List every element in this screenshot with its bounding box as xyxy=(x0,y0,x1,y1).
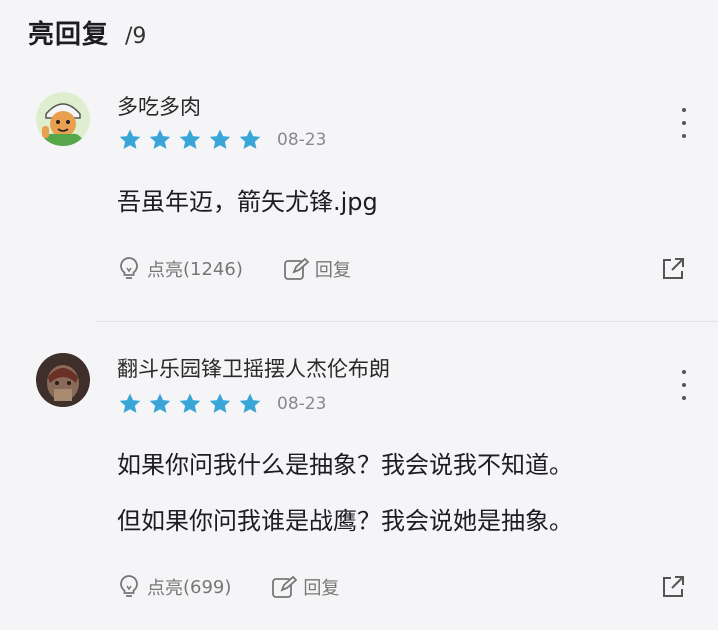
star-icon xyxy=(179,393,201,413)
star-icon xyxy=(239,393,261,413)
comments-header: 亮回复 /9 xyxy=(28,14,146,58)
light-bulb-icon xyxy=(120,257,138,279)
share-icon[interactable] xyxy=(660,574,686,600)
rating-stars: 08-23 xyxy=(117,392,326,416)
light-bulb-icon xyxy=(120,575,138,597)
comment-content: 如果你问我什么是抽象？我会说我不知道。 但如果你问我谁是战鹰？我会说她是抽象。 xyxy=(117,441,573,545)
star-icon xyxy=(179,129,201,149)
like-count: (1246) xyxy=(183,258,243,280)
like-count: (699) xyxy=(183,576,232,598)
share-icon[interactable] xyxy=(660,256,686,282)
like-label: 点亮 xyxy=(147,578,183,599)
star-icon xyxy=(149,393,171,413)
more-icon xyxy=(682,108,686,112)
more-icon-dot xyxy=(682,134,686,138)
reply-label: 回复 xyxy=(303,578,340,599)
username[interactable]: 多吃多肉 xyxy=(117,91,201,121)
edit-reply-icon xyxy=(272,575,298,598)
header-title: 亮回复 xyxy=(28,20,110,50)
star-icon xyxy=(119,393,141,413)
more-icon-dot xyxy=(682,383,686,387)
reply-button[interactable]: 回复 xyxy=(271,574,339,600)
more-options-button[interactable] xyxy=(674,370,694,400)
content-line: 但如果你问我谁是战鹰？我会说她是抽象。 xyxy=(117,507,573,535)
comment-content: 吾虽年迈，箭矢尤锋.jpg xyxy=(117,178,378,226)
comment-date: 08-23 xyxy=(277,394,327,414)
star-icon xyxy=(209,393,231,413)
rating-stars: 08-23 xyxy=(117,128,326,152)
edit-reply-icon xyxy=(283,257,309,280)
star-icon xyxy=(119,129,141,149)
avatar[interactable] xyxy=(36,92,90,146)
photo-avatar-icon xyxy=(36,353,90,407)
header-count: /9 xyxy=(125,24,147,49)
comment-date: 08-23 xyxy=(277,130,327,150)
star-icon xyxy=(239,129,261,149)
reply-button[interactable]: 回复 xyxy=(283,256,351,282)
like-button[interactable]: 点亮 (699) xyxy=(117,574,231,600)
more-icon-dot xyxy=(682,396,686,400)
username[interactable]: 翻斗乐园锋卫摇摆人杰伦布朗 xyxy=(117,353,390,383)
cartoon-avatar-icon xyxy=(36,92,90,146)
comment-actions: 点亮 (699) 回复 xyxy=(117,574,339,600)
reply-label: 回复 xyxy=(314,260,351,281)
more-icon-dot xyxy=(682,121,686,125)
content-line: 如果你问我什么是抽象？我会说我不知道。 xyxy=(117,451,573,479)
more-icon xyxy=(682,370,686,374)
avatar[interactable] xyxy=(36,353,90,407)
like-label: 点亮 xyxy=(147,260,183,281)
more-options-button[interactable] xyxy=(674,108,694,138)
divider xyxy=(95,321,718,322)
comment-actions: 点亮 (1246) 回复 xyxy=(117,256,351,282)
content-line: 吾虽年迈，箭矢尤锋.jpg xyxy=(117,188,378,216)
like-button[interactable]: 点亮 (1246) xyxy=(117,256,243,282)
star-icon xyxy=(149,129,171,149)
star-icon xyxy=(209,129,231,149)
